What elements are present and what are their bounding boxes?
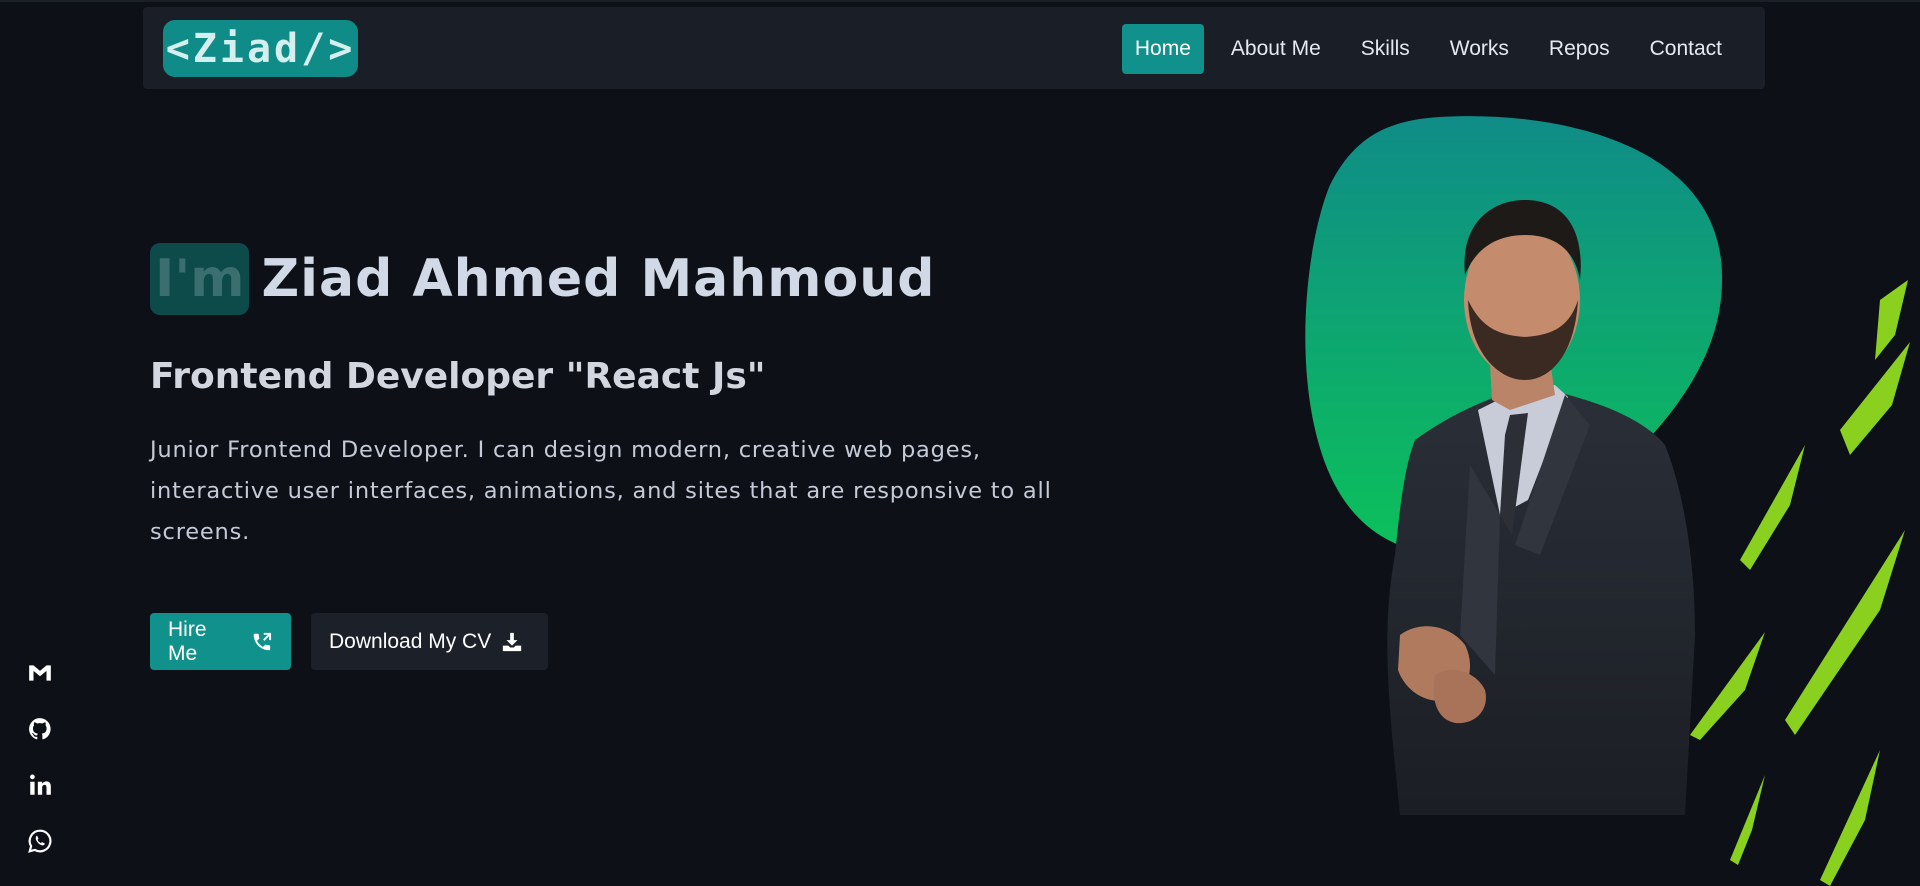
hero-title: I'm Ziad Ahmed Mahmoud: [150, 243, 935, 315]
stroke-5: [1690, 632, 1765, 740]
phone-icon: [253, 632, 272, 650]
download-icon: [503, 632, 522, 651]
stroke-2: [1840, 342, 1910, 455]
im-badge: I'm: [150, 243, 250, 315]
download-cv-button[interactable]: Download My CV: [311, 613, 548, 670]
logo[interactable]: <Ziad/>: [163, 20, 358, 77]
nav-item-works[interactable]: Works: [1437, 24, 1522, 74]
stroke-4: [1785, 530, 1905, 735]
hero-subtitle: Frontend Developer "React Js": [150, 356, 766, 397]
top-border: [0, 0, 1920, 2]
github-icon[interactable]: [27, 716, 53, 742]
whatsapp-icon[interactable]: [27, 828, 53, 854]
decorative-green-strokes: [1690, 280, 1910, 886]
download-cv-label: Download My CV: [329, 629, 492, 653]
nav-links: Home About Me Skills Works Repos Contact: [1108, 24, 1735, 74]
nav-item-repos[interactable]: Repos: [1536, 24, 1623, 74]
navbar: <Ziad/> Home About Me Skills Works Repos…: [143, 7, 1765, 89]
stroke-7: [1820, 750, 1880, 886]
hero-description: Junior Frontend Developer. I can design …: [150, 437, 1052, 545]
nav-item-home[interactable]: Home: [1121, 24, 1204, 74]
linkedin-icon[interactable]: [27, 772, 53, 798]
hero-name: Ziad Ahmed Mahmoud: [261, 249, 936, 309]
nav-item-contact[interactable]: Contact: [1637, 24, 1735, 74]
stroke-3: [1740, 445, 1805, 570]
stroke-6: [1730, 775, 1765, 865]
nav-item-skills[interactable]: Skills: [1348, 24, 1423, 74]
nav-item-about-me[interactable]: About Me: [1218, 24, 1334, 74]
profile-portrait: [1305, 116, 1723, 815]
hire-me-button[interactable]: Hire Me: [150, 613, 291, 670]
stroke-1: [1875, 280, 1908, 360]
social-links: [27, 660, 53, 854]
hire-me-label: Hire Me: [168, 617, 207, 665]
gmail-icon[interactable]: [27, 660, 53, 686]
